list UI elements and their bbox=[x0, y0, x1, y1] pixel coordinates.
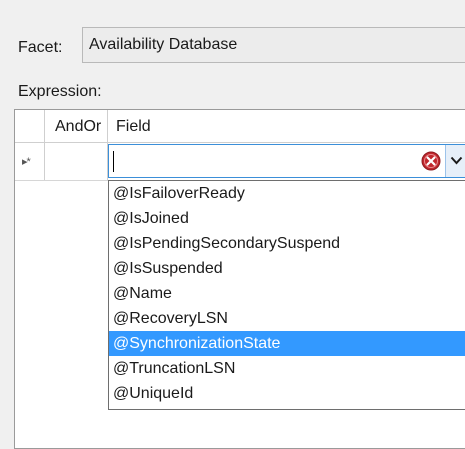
grid-header: AndOr Field bbox=[15, 110, 465, 143]
new-row: ▸* bbox=[15, 143, 465, 181]
text-caret bbox=[113, 151, 114, 172]
list-item[interactable]: @IsJoined bbox=[109, 206, 465, 231]
list-item[interactable]: @IsFailoverReady bbox=[109, 181, 465, 206]
field-combobox[interactable] bbox=[108, 144, 465, 178]
column-header-andor[interactable]: AndOr bbox=[45, 110, 108, 142]
list-item[interactable]: @Name bbox=[109, 281, 465, 306]
list-item[interactable]: @IsPendingSecondarySuspend bbox=[109, 231, 465, 256]
clear-icon[interactable] bbox=[421, 151, 441, 171]
expression-grid: AndOr Field ▸* @IsFailoverReady @IsJoine… bbox=[14, 109, 465, 449]
list-item[interactable]: @RecoveryLSN bbox=[109, 306, 465, 331]
andor-cell[interactable] bbox=[45, 143, 108, 180]
field-dropdown-list: @IsFailoverReady @IsJoined @IsPendingSec… bbox=[108, 180, 465, 410]
facet-label: Facet: bbox=[18, 39, 63, 56]
list-item[interactable]: @UniqueId bbox=[109, 381, 465, 406]
facet-field[interactable]: Availability Database bbox=[82, 27, 465, 63]
facet-value: Availability Database bbox=[89, 36, 238, 53]
dropdown-button[interactable] bbox=[445, 145, 465, 177]
chevron-down-icon bbox=[450, 156, 463, 165]
field-input[interactable] bbox=[113, 150, 413, 172]
list-item[interactable]: @IsSuspended bbox=[109, 256, 465, 281]
column-header-andor-label: AndOr bbox=[55, 118, 102, 135]
row-selector-header[interactable] bbox=[15, 110, 45, 142]
expression-label: Expression: bbox=[18, 83, 102, 100]
new-row-marker-icon: ▸* bbox=[22, 156, 31, 168]
row-selector[interactable]: ▸* bbox=[15, 143, 45, 180]
list-item[interactable]: @SynchronizationState bbox=[109, 331, 465, 356]
column-header-field-label: Field bbox=[116, 118, 151, 135]
list-item[interactable]: @TruncationLSN bbox=[109, 356, 465, 381]
column-header-field[interactable]: Field bbox=[108, 110, 465, 142]
